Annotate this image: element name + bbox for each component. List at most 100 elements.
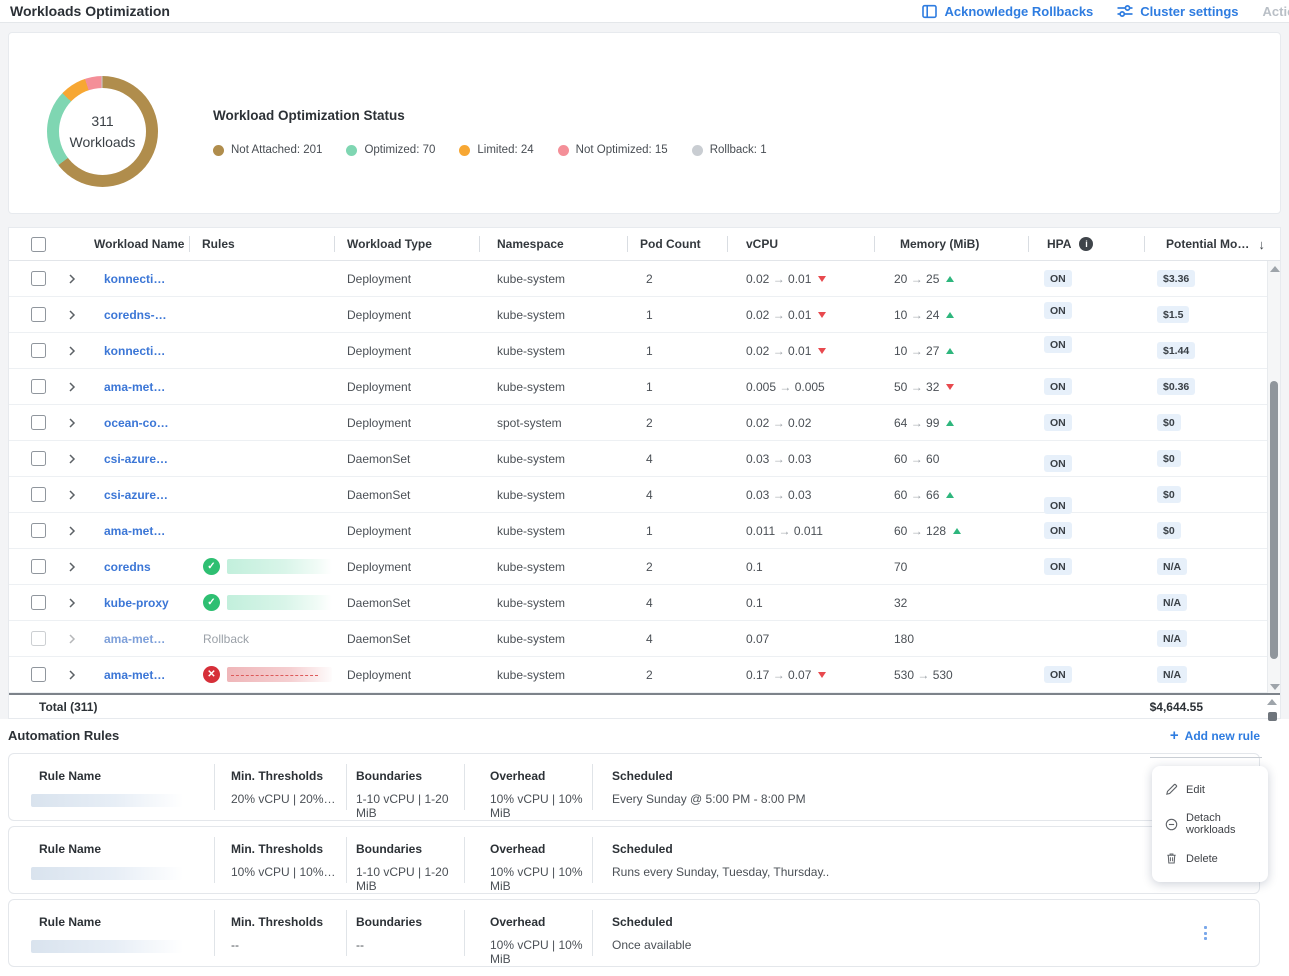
legend-dot xyxy=(692,145,703,156)
workload-name-link[interactable]: coredns-… xyxy=(104,308,167,322)
potential-cell: $0 xyxy=(1144,522,1267,539)
col-header-potential[interactable]: Potential Mo…↓ xyxy=(1144,228,1267,260)
hpa-on-badge: ON xyxy=(1044,414,1072,431)
col-header-memory[interactable]: Memory (MiB) xyxy=(874,228,1028,260)
workload-name-link[interactable]: konnecti… xyxy=(104,344,165,358)
row-checkbox[interactable] xyxy=(31,415,46,430)
legend-label: Not Optimized: 15 xyxy=(576,144,668,156)
rule-name-redacted xyxy=(227,595,332,610)
info-icon[interactable]: i xyxy=(1079,237,1093,251)
scroll-up-icon[interactable] xyxy=(1267,699,1277,705)
rule-menu-kebab-icon[interactable] xyxy=(1200,922,1211,944)
workload-name-link[interactable]: csi-azure… xyxy=(104,488,168,502)
cluster-settings-button[interactable]: Cluster settings xyxy=(1117,4,1238,19)
expand-chevron-icon[interactable] xyxy=(67,310,77,320)
row-checkbox[interactable] xyxy=(31,631,46,646)
col-header-workload-type[interactable]: Workload Type xyxy=(334,228,479,260)
pod-count: 2 xyxy=(627,272,727,286)
col-header-hpa[interactable]: HPAi xyxy=(1028,228,1144,260)
select-all-checkbox[interactable] xyxy=(31,237,46,252)
workload-name-link[interactable]: kube-proxy xyxy=(104,596,169,610)
row-checkbox[interactable] xyxy=(31,523,46,538)
potential-cell: $0 xyxy=(1144,450,1267,467)
workload-name-link[interactable]: ama-met… xyxy=(104,668,165,682)
hpa-cell: ON xyxy=(1028,486,1144,503)
donut-center-value: 311 xyxy=(91,111,113,131)
status-info: Workload Optimization Status Not Attache… xyxy=(213,108,767,213)
table-scrollbar[interactable] xyxy=(1267,261,1280,695)
scheduled-value: Once available xyxy=(612,938,1151,952)
expand-chevron-icon[interactable] xyxy=(67,598,77,608)
workload-name-link[interactable]: ama-met… xyxy=(104,632,165,646)
workload-name-link[interactable]: ocean-co… xyxy=(104,416,169,430)
table-row: csi-azure… DaemonSet kube-system 4 0.03 … xyxy=(9,441,1280,477)
scrollbar-fragment[interactable] xyxy=(1268,712,1277,721)
hpa-cell: ON xyxy=(1028,522,1144,539)
table-body: konnecti… Deployment kube-system 2 0.02 … xyxy=(9,261,1280,693)
trend-down-icon xyxy=(818,312,826,318)
expand-chevron-icon[interactable] xyxy=(67,562,77,572)
menu-item-detach-workloads[interactable]: Detach workloads xyxy=(1152,804,1268,844)
rules-cell: ✓ xyxy=(189,594,334,611)
expand-chevron-icon[interactable] xyxy=(67,274,77,284)
expand-chevron-icon[interactable] xyxy=(67,346,77,356)
hpa-cell: ON xyxy=(1028,270,1144,287)
add-new-rule-button[interactable]: + Add new rule xyxy=(1170,727,1260,744)
workload-name-link[interactable]: konnecti… xyxy=(104,272,165,286)
col-header-pod-count[interactable]: Pod Count xyxy=(627,228,727,260)
col-header-namespace[interactable]: Namespace xyxy=(479,228,627,260)
hpa-on-badge: ON xyxy=(1044,270,1072,287)
action-button[interactable]: Action xyxy=(1263,4,1289,19)
scroll-up-icon[interactable] xyxy=(1270,266,1280,272)
legend-item: Not Optimized: 15 xyxy=(558,144,668,156)
workload-type: Deployment xyxy=(334,560,479,574)
row-checkbox[interactable] xyxy=(31,379,46,394)
legend-dot xyxy=(213,145,224,156)
col-header-vcpu[interactable]: vCPU xyxy=(727,228,874,260)
table-row: coredns ✓ Deployment kube-system 2 0.1 7… xyxy=(9,549,1280,585)
row-checkbox[interactable] xyxy=(31,451,46,466)
boundaries-label: Boundaries xyxy=(356,842,422,856)
potential-cell: $3.36 xyxy=(1144,270,1267,287)
row-checkbox[interactable] xyxy=(31,343,46,358)
expand-chevron-icon[interactable] xyxy=(67,382,77,392)
expand-chevron-icon[interactable] xyxy=(67,490,77,500)
row-checkbox[interactable] xyxy=(31,271,46,286)
col-header-workload-name[interactable]: Workload Name xyxy=(89,228,189,260)
hpa-cell: ON xyxy=(1028,414,1144,431)
pod-count: 1 xyxy=(627,380,727,394)
workload-name-link[interactable]: coredns xyxy=(104,560,151,574)
rule-name-redacted xyxy=(31,940,183,953)
expand-chevron-icon[interactable] xyxy=(67,454,77,464)
hpa-cell: ON xyxy=(1028,450,1144,467)
rule-cards: Rule Name Min. Thresholds20% vCPU | 20%…… xyxy=(8,753,1281,967)
workload-name-link[interactable]: ama-met… xyxy=(104,380,165,394)
boundaries-label: Boundaries xyxy=(356,915,422,929)
boundaries-value: 1-10 vCPU | 1-20 MiB xyxy=(356,865,464,893)
scroll-down-icon[interactable] xyxy=(1270,684,1280,690)
row-checkbox[interactable] xyxy=(31,667,46,682)
workload-name-link[interactable]: ama-met… xyxy=(104,524,165,538)
scrollbar-thumb[interactable] xyxy=(1270,381,1278,659)
row-checkbox[interactable] xyxy=(31,307,46,322)
expand-chevron-icon[interactable] xyxy=(67,670,77,680)
sort-desc-icon[interactable]: ↓ xyxy=(1258,237,1265,252)
potential-savings-badge: N/A xyxy=(1157,594,1187,611)
acknowledge-rollbacks-icon xyxy=(922,4,937,19)
trend-down-icon xyxy=(946,384,954,390)
row-checkbox[interactable] xyxy=(31,559,46,574)
add-new-rule-label: Add new rule xyxy=(1185,729,1260,743)
workload-name-link[interactable]: csi-azure… xyxy=(104,452,168,466)
acknowledge-rollbacks-button[interactable]: Acknowledge Rollbacks xyxy=(922,4,1093,19)
expand-chevron-icon[interactable] xyxy=(67,418,77,428)
memory-value: 32 xyxy=(874,596,1028,610)
min-thresholds-value: -- xyxy=(231,938,346,952)
row-checkbox[interactable] xyxy=(31,487,46,502)
expand-chevron-icon[interactable] xyxy=(67,634,77,644)
rule-name-redacted xyxy=(227,559,332,574)
col-header-rules[interactable]: Rules xyxy=(189,228,334,260)
expand-chevron-icon[interactable] xyxy=(67,526,77,536)
menu-item-edit[interactable]: Edit xyxy=(1152,775,1268,804)
row-checkbox[interactable] xyxy=(31,595,46,610)
menu-item-delete[interactable]: Delete xyxy=(1152,844,1268,873)
